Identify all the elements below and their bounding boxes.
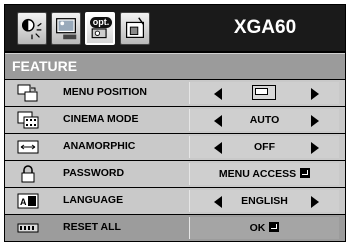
enter-icon (269, 222, 280, 232)
password-action[interactable]: MENU ACCESS (189, 163, 339, 185)
reset-all-value: OK (190, 222, 339, 234)
tab-option[interactable]: opt. (85, 12, 115, 45)
menu-item-menu-position[interactable]: MENU POSITION (5, 80, 345, 106)
section-title: FEATURE (12, 58, 78, 74)
tab-setup[interactable] (120, 12, 150, 45)
password-value-text: MENU ACCESS (218, 168, 297, 180)
anamorphic-icon (17, 138, 39, 156)
language-icon: A (17, 192, 39, 210)
menu-item-password[interactable]: PASSWORD MENU ACCESS (5, 161, 345, 187)
language-selector[interactable]: ENGLISH (189, 190, 339, 212)
anamorphic-selector[interactable]: OFF (189, 136, 339, 158)
menu-item-label: ANAMORPHIC (63, 140, 136, 152)
model-name: XGA60 (233, 17, 297, 38)
reset-icon (17, 219, 39, 237)
tab-image[interactable] (51, 12, 81, 45)
cinema-mode-selector[interactable]: AUTO (189, 109, 339, 131)
enter-icon (300, 168, 311, 178)
svg-text:A: A (20, 197, 27, 207)
tab-picture[interactable] (17, 12, 47, 45)
arrow-right-icon[interactable] (311, 115, 319, 127)
menu-item-reset-all[interactable]: RESET ALL OK (5, 215, 345, 241)
osd-menu-frame: opt. XGA60 FEATURE MENU POSITION CINEMA … (4, 4, 346, 242)
lock-icon (17, 165, 39, 183)
menu-item-language[interactable]: A LANGUAGE ENGLISH (5, 188, 345, 214)
menu-item-cinema-mode[interactable]: CINEMA MODE AUTO (5, 107, 345, 133)
picture-adjust-icon (21, 18, 42, 40)
menu-position-icon (17, 84, 39, 102)
menu-item-label: LANGUAGE (63, 194, 124, 206)
password-value: MENU ACCESS (190, 168, 339, 180)
menu-item-label: PASSWORD (63, 167, 125, 179)
menu-position-indicator-icon (252, 85, 276, 100)
menu-item-label: RESET ALL (63, 221, 121, 233)
arrow-left-icon[interactable] (214, 88, 222, 100)
reset-all-value-text: OK (249, 222, 266, 234)
cinema-mode-icon (17, 111, 39, 129)
menu-position-selector[interactable] (189, 82, 339, 104)
arrow-right-icon[interactable] (311, 196, 319, 208)
menu-item-label: MENU POSITION (63, 86, 148, 98)
feature-menu-list: MENU POSITION CINEMA MODE AUTO ANAMORPHI… (5, 80, 345, 242)
menu-tab-bar: opt. XGA60 (5, 5, 345, 51)
section-header: FEATURE (5, 53, 345, 79)
arrow-right-icon[interactable] (311, 142, 319, 154)
menu-item-label: CINEMA MODE (63, 113, 139, 125)
menu-item-anamorphic[interactable]: ANAMORPHIC OFF (5, 134, 345, 160)
setup-icon (125, 17, 145, 38)
reset-all-action[interactable]: OK (189, 217, 339, 239)
image-screen-icon (56, 18, 77, 40)
arrow-right-icon[interactable] (311, 88, 319, 100)
projector-icon (91, 28, 107, 39)
